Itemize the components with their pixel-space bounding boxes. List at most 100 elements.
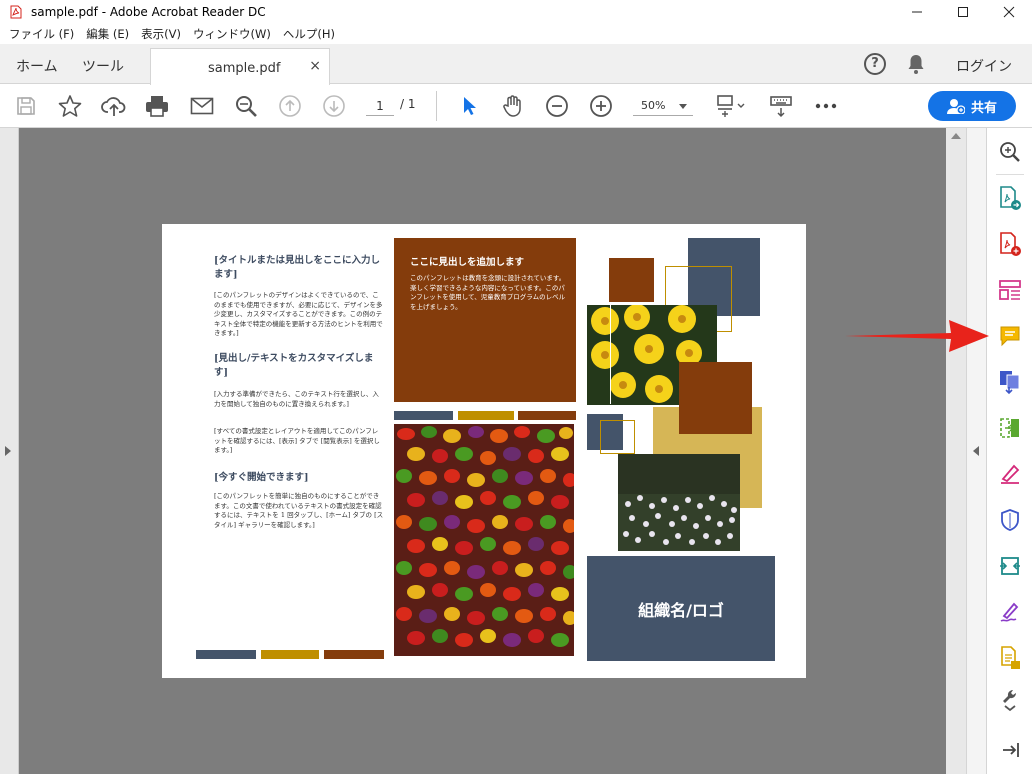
vertical-scrollbar[interactable] [946, 128, 966, 774]
collapse-left-icon [973, 446, 979, 456]
toolbar: 1 / 1 50% 共有 [0, 85, 1032, 128]
right-tools-panel [986, 128, 1032, 774]
menu-help[interactable]: ヘルプ(H) [283, 26, 335, 42]
hand-icon [503, 95, 521, 117]
export-pdf-icon [1000, 186, 1021, 210]
minimize-button[interactable] [894, 0, 940, 24]
envelope-icon [190, 97, 214, 115]
body-4: [このパンフレットを簡単に独自のものにすることができます。この文書で使われている… [214, 492, 384, 529]
tab-home[interactable]: ホーム [16, 56, 58, 76]
login-button[interactable]: ログイン [956, 56, 1012, 76]
export-pdf-button[interactable] [996, 184, 1024, 212]
close-tab-button[interactable]: × [309, 58, 321, 74]
fill-sign-button[interactable] [996, 460, 1024, 488]
brown-square-small [609, 258, 654, 302]
share-button[interactable]: 共有 [928, 91, 1016, 121]
pen-sign-icon [1001, 464, 1020, 484]
red-pointer-arrow-icon [845, 320, 989, 352]
window-title: sample.pdf - Adobe Acrobat Reader DC [31, 5, 266, 19]
minus-circle-icon [546, 95, 568, 117]
share-file-button[interactable] [996, 644, 1024, 672]
heading-1: [タイトルまたは見出しをここに入力します] [214, 255, 380, 280]
zoom-value: 50% [641, 99, 666, 112]
menu-window[interactable]: ウィンドウ(W) [193, 26, 271, 42]
create-pdf-icon [1000, 232, 1021, 256]
body-3: [すべての書式設定とレイアウトを適用してこのパンフレットを確認するには、[表示]… [214, 427, 380, 454]
tab-document[interactable]: sample.pdf × [150, 48, 330, 85]
middle-body: このパンフレットは教育を念頭に設計されています。楽しく学習できるような内容になっ… [410, 274, 566, 311]
comment-button[interactable] [996, 322, 1024, 350]
zoom-select[interactable]: 50% [633, 96, 693, 116]
peppers-photo [394, 424, 574, 656]
create-pdf-button[interactable] [996, 230, 1024, 258]
page-number-input[interactable]: 1 [366, 96, 394, 116]
bell-icon[interactable] [906, 53, 926, 75]
star-icon [58, 95, 82, 117]
save-icon [17, 97, 35, 115]
cloud-upload-icon [101, 97, 126, 116]
combine-files-button[interactable] [996, 368, 1024, 396]
protect-button[interactable] [996, 506, 1024, 534]
heading-3: [今すぐ開始できます] [214, 472, 309, 483]
fit-page-icon [717, 95, 745, 117]
find-button[interactable] [233, 93, 259, 119]
comment-icon [1000, 326, 1020, 347]
request-signature-button[interactable] [996, 598, 1024, 626]
scroll-up-icon[interactable] [951, 133, 961, 139]
email-button[interactable] [189, 93, 215, 119]
keyboard-button[interactable] [768, 93, 794, 119]
color-bar-gold [261, 650, 319, 659]
tab-bar: ホーム ツール sample.pdf × ? ログイン [0, 44, 1032, 85]
page-count: / 1 [400, 97, 416, 111]
menu-view[interactable]: 表示(V) [141, 26, 181, 42]
zoom-tool-button[interactable] [996, 138, 1024, 166]
send-for-review-button[interactable] [996, 552, 1024, 580]
close-button[interactable] [986, 0, 1032, 24]
left-panel-toggle[interactable] [0, 128, 19, 774]
hand-tool-button[interactable] [500, 93, 526, 119]
peppers-image [394, 424, 574, 656]
save-button[interactable] [13, 93, 39, 119]
zoom-in-button[interactable] [588, 93, 614, 119]
pdf-page: [タイトルまたは見出しをここに入力します] [このパンフレットのデザインはよくで… [162, 224, 806, 678]
toolbar-divider [436, 91, 437, 121]
color-bar-gold-2 [458, 411, 514, 420]
menu-file[interactable]: ファイル (F) [9, 26, 74, 42]
review-icon [1000, 557, 1020, 575]
page-fit-button[interactable] [714, 93, 750, 119]
cursor-icon [464, 97, 476, 115]
acrobat-window: sample.pdf - Adobe Acrobat Reader DC ファイ… [0, 0, 1032, 774]
combine-files-icon [1000, 371, 1020, 395]
right-panel-toggle[interactable] [966, 128, 986, 774]
tools-more-button[interactable] [996, 686, 1024, 714]
menu-edit[interactable]: 編集 (E) [86, 26, 129, 42]
organize-pages-button[interactable] [996, 414, 1024, 442]
minimize-icon [912, 11, 922, 13]
more-tools-button[interactable] [813, 93, 839, 119]
keyboard-icon [770, 96, 792, 118]
plus-circle-icon [590, 95, 612, 117]
wrench-chevron-icon [1003, 689, 1017, 712]
bookmark-button[interactable] [57, 93, 83, 119]
edit-pdf-button[interactable] [996, 276, 1024, 304]
printer-icon [146, 96, 168, 117]
select-tool-button[interactable] [456, 93, 482, 119]
maximize-button[interactable] [940, 0, 986, 24]
prev-page-button[interactable] [277, 93, 303, 119]
upload-button[interactable] [101, 93, 127, 119]
print-button[interactable] [144, 93, 170, 119]
help-button[interactable]: ? [864, 53, 886, 75]
signature-icon [1000, 602, 1019, 622]
heading-panel: ここに見出しを追加します このパンフレットは教育を念頭に設計されています。楽しく… [394, 238, 576, 402]
tab-tools[interactable]: ツール [82, 56, 124, 76]
zoom-out-button[interactable] [544, 93, 570, 119]
brown-square-large [679, 362, 752, 434]
zoom-magnifier-icon [1000, 142, 1020, 162]
body-2: [入力する準備ができたら、このテキスト行を選択し、入力を開始して独自のものに置き… [214, 390, 379, 408]
hide-panel-button[interactable] [996, 736, 1024, 764]
share-label: 共有 [970, 100, 997, 116]
next-page-button[interactable] [321, 93, 347, 119]
layout-icon [999, 280, 1021, 300]
logo-placeholder: 組織名/ロゴ [587, 556, 775, 661]
ellipsis-icon [815, 103, 837, 109]
